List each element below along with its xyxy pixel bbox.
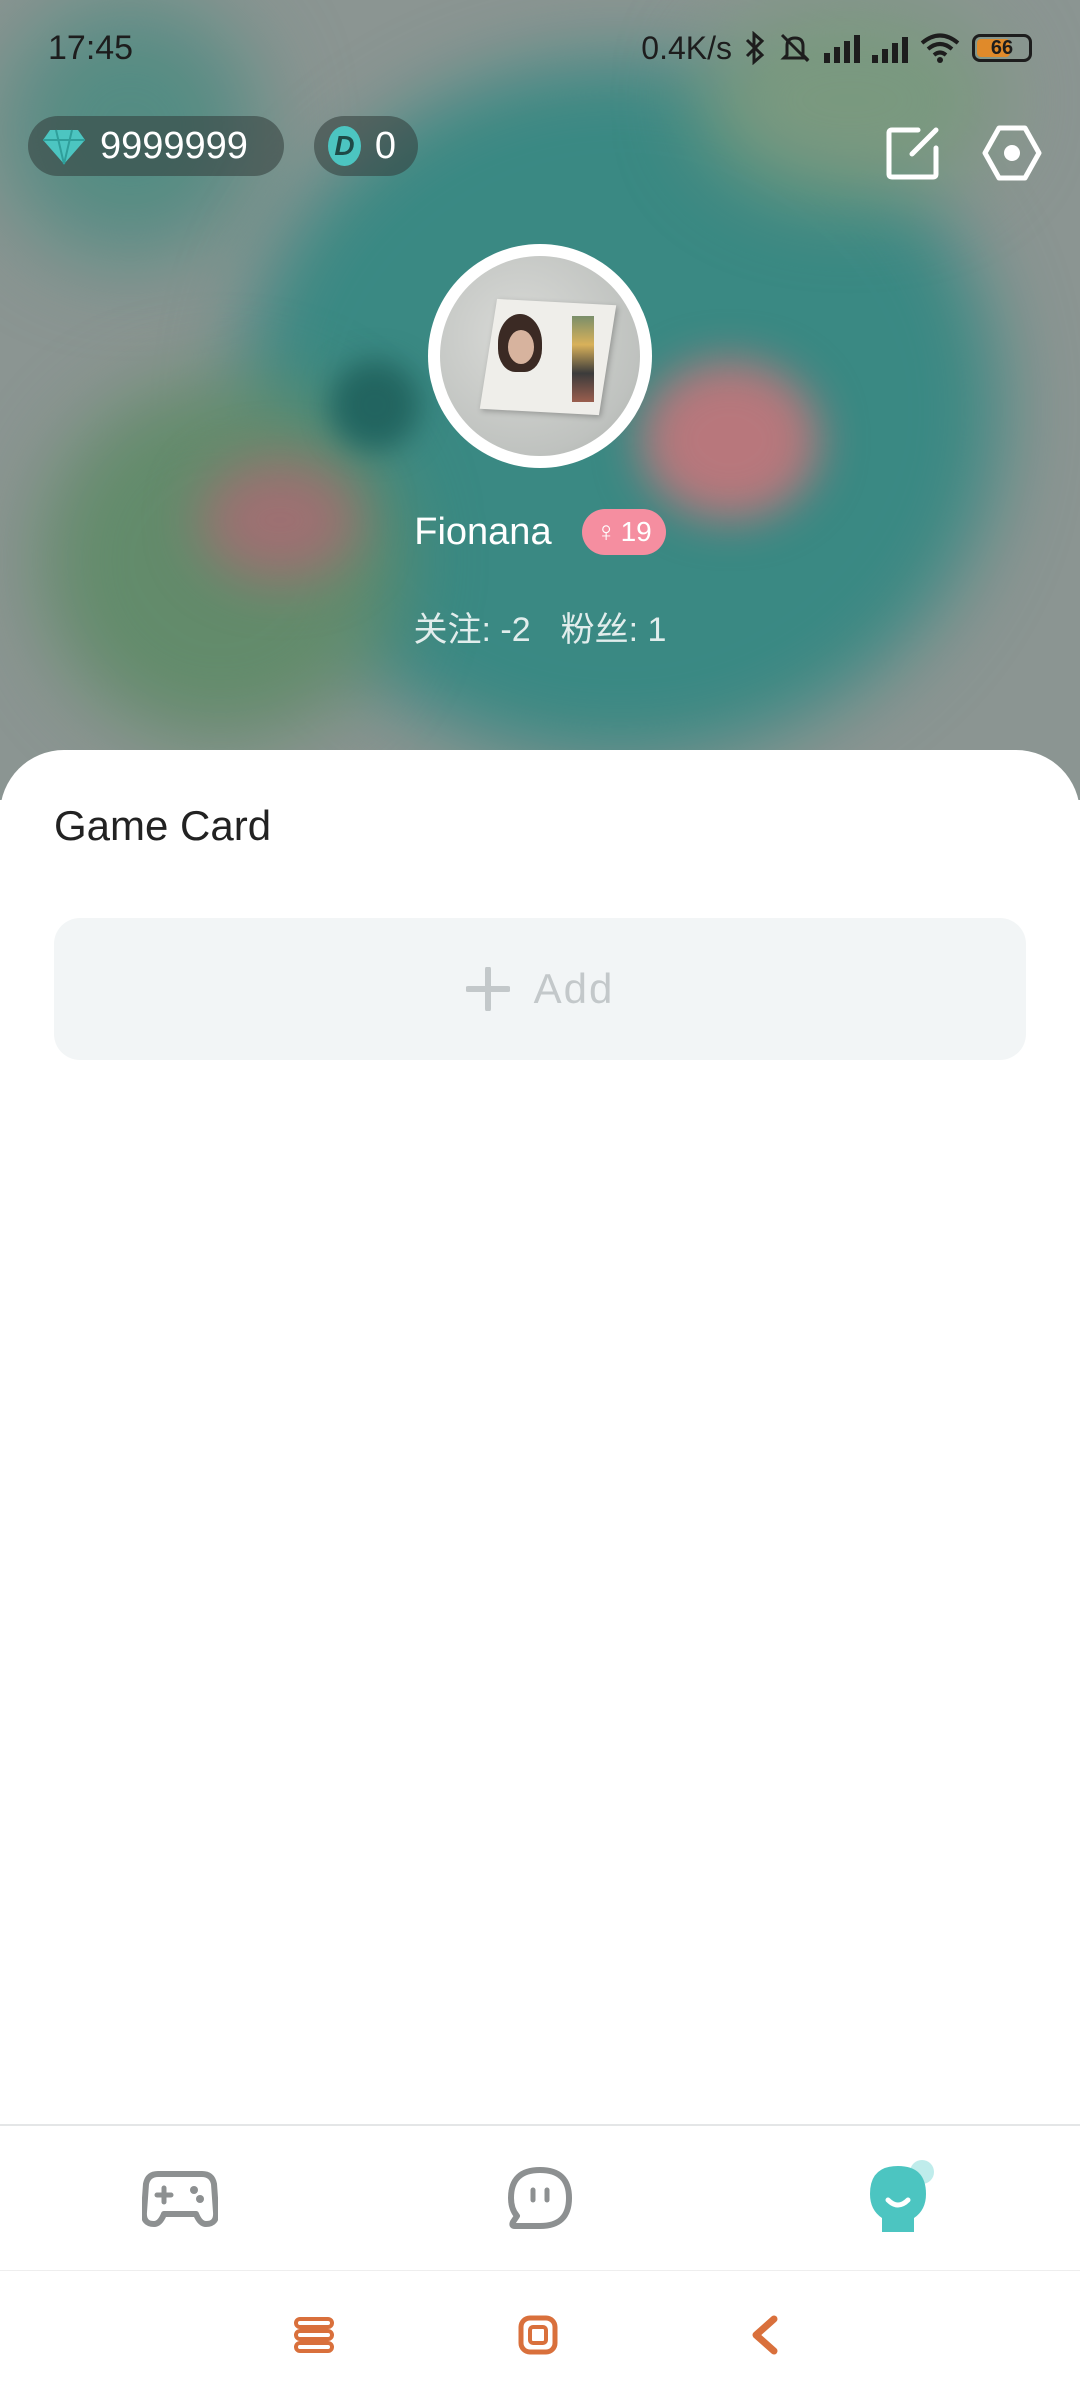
- nav-messages[interactable]: [490, 2148, 590, 2248]
- profile-icon: [870, 2160, 934, 2232]
- settings-icon[interactable]: [982, 124, 1042, 182]
- status-indicators: 0.4K/s 66: [641, 30, 1032, 67]
- signal-icon: [872, 33, 908, 63]
- bottom-nav: [0, 2124, 1080, 2270]
- followers-count[interactable]: 粉丝: 1: [561, 602, 667, 652]
- mute-icon: [780, 33, 810, 63]
- edit-icon[interactable]: [884, 124, 942, 182]
- back-icon[interactable]: [744, 2313, 788, 2357]
- home-icon[interactable]: [516, 2313, 560, 2357]
- follow-stats: 关注: -2 粉丝: 1: [0, 602, 1080, 652]
- nav-games[interactable]: [130, 2148, 230, 2248]
- female-icon: ♀: [595, 516, 617, 547]
- diamond-icon: [43, 129, 85, 165]
- coin-icon: D: [328, 126, 361, 166]
- status-time: 17:45: [48, 28, 134, 67]
- wifi-icon: [920, 33, 960, 63]
- coin-balance[interactable]: D 0: [314, 116, 418, 176]
- system-nav-bar: [0, 2270, 1080, 2400]
- chat-icon: [508, 2167, 572, 2229]
- following-count[interactable]: 关注: -2: [414, 602, 531, 652]
- battery-level: 66: [990, 36, 1014, 59]
- age-value: 19: [620, 516, 652, 547]
- profile-name-row: Fionana ♀ 19: [0, 500, 1080, 564]
- avatar-image: [440, 256, 640, 456]
- coin-count: 0: [374, 124, 396, 167]
- nav-profile[interactable]: [850, 2148, 950, 2248]
- add-game-card-button[interactable]: Add: [54, 918, 1026, 1060]
- network-speed: 0.4K/s: [641, 29, 732, 66]
- add-label: Add: [533, 965, 615, 1012]
- gamepad-icon: [142, 2171, 218, 2227]
- diamond-count: 9999999: [100, 124, 248, 167]
- game-card-title: Game Card: [54, 802, 272, 849]
- bluetooth-icon: [745, 31, 765, 65]
- content-sheet: Game Card Add: [0, 750, 1080, 2124]
- diamond-balance[interactable]: 9999999: [28, 116, 284, 176]
- gender-age-badge: ♀ 19: [581, 509, 666, 555]
- plus-icon: [465, 967, 510, 1011]
- hd-signal-icon: [824, 33, 860, 63]
- profile-name: Fionana: [414, 510, 552, 553]
- battery-icon: 66: [972, 34, 1032, 62]
- status-bar: 17:45 0.4K/s 66: [0, 0, 1080, 96]
- menu-icon[interactable]: [292, 2313, 336, 2357]
- avatar[interactable]: [428, 244, 652, 468]
